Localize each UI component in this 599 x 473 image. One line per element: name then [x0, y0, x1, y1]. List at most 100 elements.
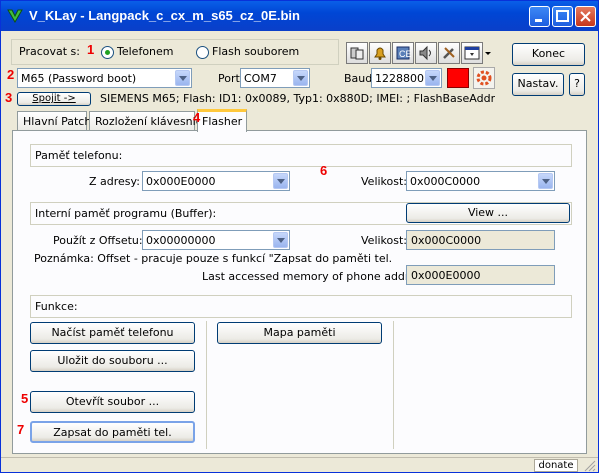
offset-combo[interactable]: 0x00000000 [142, 230, 290, 250]
nastav-button-label: Nastav. [517, 77, 559, 90]
device-info-text: SIEMENS M65; Flash: ID1: 0x0089, Typ1: 0… [100, 92, 495, 105]
buffer-title: Interní paměť programu (Buffer): [35, 207, 217, 220]
save-to-file-label: Uložit do souboru ... [57, 354, 168, 367]
phone-size-label: Velikost: [361, 175, 408, 188]
main-window: V_KLay - Langpack_c_cx_m_s65_cz_0E.bin P… [0, 0, 599, 473]
minimize-icon [535, 19, 542, 22]
write-phone-memory-button[interactable]: Zapsat do paměti tel. [30, 421, 195, 443]
chip-icon: CE [396, 46, 411, 60]
functions-divider-1 [206, 321, 207, 449]
phone-patch-icon [350, 47, 364, 60]
functions-title: Funkce: [35, 300, 78, 313]
save-to-file-button[interactable]: Uložit do souboru ... [30, 350, 195, 372]
view-button[interactable]: View ... [406, 203, 570, 223]
chevron-down-icon [485, 52, 491, 55]
write-phone-memory-label: Zapsat do paměti tel. [53, 426, 172, 439]
phone-model-value: M65 (Password boot) [21, 72, 137, 85]
toolbar-button-6[interactable] [461, 42, 483, 64]
help-button-label: ? [574, 77, 580, 90]
toolbar-button-2[interactable] [369, 42, 391, 64]
speaker-icon [419, 45, 431, 61]
chevron-down-icon[interactable] [538, 173, 553, 189]
nastav-button[interactable]: Nastav. [512, 73, 564, 96]
chevron-down-icon[interactable] [273, 173, 288, 189]
toolbar-button-1[interactable] [346, 42, 368, 64]
annotation-3: 3 [5, 90, 13, 105]
annotation-1: 1 [87, 42, 95, 57]
tab-hlavni-patch-label: Hlavní Patch [23, 115, 92, 128]
close-button[interactable] [575, 6, 596, 27]
minimize-button[interactable] [529, 6, 550, 27]
toolbar-button-5[interactable] [438, 42, 460, 64]
functions-divider-2 [393, 321, 394, 449]
annotation-4: 4 [193, 110, 201, 125]
baud-label: Baud [344, 72, 373, 85]
title-bar[interactable]: V_KLay - Langpack_c_cx_m_s65_cz_0E.bin [1, 1, 598, 31]
chevron-down-icon[interactable] [175, 70, 190, 86]
memory-map-label: Mapa paměti [263, 326, 336, 339]
bell-icon [374, 47, 386, 60]
phone-size-combo[interactable]: 0x000C0000 [406, 171, 555, 191]
tab-flasher[interactable]: Flasher [197, 109, 247, 132]
functions-header: Funkce: [30, 295, 572, 318]
buffer-size-label: Velikost: [361, 234, 408, 247]
port-combo[interactable]: COM7 [240, 68, 310, 88]
from-address-label: Z adresy: [89, 175, 140, 188]
close-icon [580, 11, 591, 22]
toolbar-button-4[interactable] [415, 42, 437, 64]
phone-memory-title: Paměť telefonu: [35, 149, 123, 162]
settings-gear-button[interactable] [473, 67, 495, 89]
toolbar-dropdown[interactable] [483, 42, 493, 64]
buffer-size-value: 0x000C0000 [411, 234, 482, 247]
toolbar-button-3[interactable]: CE [392, 42, 414, 64]
phone-model-combo[interactable]: M65 (Password boot) [17, 68, 192, 88]
read-phone-memory-label: Načíst paměť telefonu [51, 326, 174, 339]
chevron-down-icon[interactable] [293, 70, 308, 86]
port-label: Port [218, 72, 240, 85]
annotation-5: 5 [21, 391, 29, 406]
status-bar: donate [1, 457, 598, 473]
maximize-icon [556, 10, 569, 22]
from-address-value: 0x000E0000 [146, 175, 216, 188]
radio-telefonem[interactable] [101, 46, 114, 59]
view-button-label: View ... [467, 206, 509, 219]
gear-icon [476, 70, 492, 86]
tab-rozlozeni-klavesnice[interactable]: Rozložení klávesnice [89, 111, 209, 130]
tab-rozlozeni-klavesnice-label: Rozložení klávesnice [95, 115, 209, 128]
window-title: V_KLay - Langpack_c_cx_m_s65_cz_0E.bin [29, 8, 300, 23]
radio-flash-souborem-label: Flash souborem [212, 45, 300, 58]
tools-icon [443, 47, 455, 59]
offset-note: Poznámka: Offset - pracuje pouze s funkc… [34, 252, 393, 265]
annotation-6: 6 [320, 163, 328, 178]
port-value: COM7 [244, 72, 277, 85]
memory-map-button[interactable]: Mapa paměti [217, 322, 382, 344]
offset-label: Použít z Offsetu: [53, 234, 143, 247]
spojit-button[interactable]: Spojit -> [17, 92, 91, 106]
donate-link[interactable]: donate [534, 459, 578, 472]
read-phone-memory-button[interactable]: Načíst paměť telefonu [30, 322, 195, 344]
tab-flasher-label: Flasher [202, 115, 243, 128]
konec-button[interactable]: Konec [512, 43, 585, 66]
radio-flash-souborem[interactable] [196, 46, 209, 59]
mode-label: Pracovat s: [19, 45, 80, 58]
resize-grip-icon[interactable] [583, 459, 596, 472]
chevron-down-icon[interactable] [273, 232, 288, 248]
svg-text:CE: CE [399, 49, 411, 59]
chevron-down-icon[interactable] [425, 70, 440, 86]
tab-hlavni-patch[interactable]: Hlavní Patch [17, 111, 91, 130]
last-accessed-value: 0x000E0000 [411, 269, 481, 282]
open-file-label: Otevřít soubor ... [65, 395, 160, 408]
baud-value: 1228800 [375, 72, 424, 85]
donate-label: donate [538, 460, 574, 471]
window-settings-icon [464, 46, 480, 60]
flasher-panel: Paměť telefonu: 6 Z adresy: 0x000E0000 V… [12, 130, 587, 454]
maximize-button[interactable] [552, 6, 573, 27]
from-address-combo[interactable]: 0x000E0000 [142, 171, 290, 191]
baud-combo[interactable]: 1228800 [371, 68, 442, 88]
open-file-button[interactable]: Otevřít soubor ... [30, 391, 195, 413]
konec-button-label: Konec [531, 47, 566, 60]
annotation-7: 7 [17, 422, 25, 437]
phone-size-value: 0x000C0000 [410, 175, 481, 188]
spojit-button-label: Spojit -> [32, 93, 76, 104]
help-button[interactable]: ? [569, 73, 585, 96]
